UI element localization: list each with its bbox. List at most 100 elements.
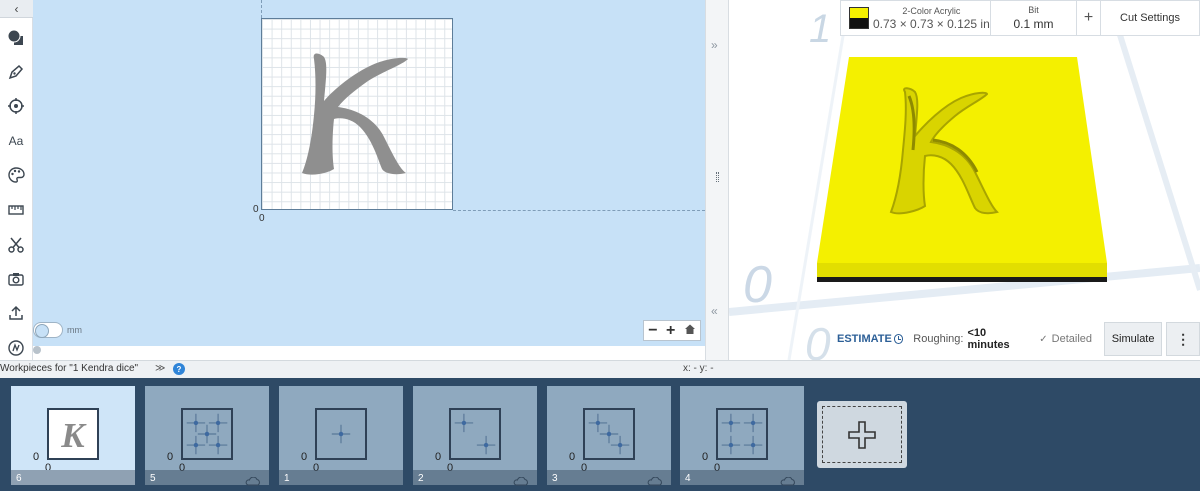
material-selector[interactable]: 2-Color Acrylic 0.73 × 0.73 × 0.125 in xyxy=(841,1,991,35)
block-side-face xyxy=(817,263,1107,277)
workpiece-card[interactable]: 005 xyxy=(145,386,269,486)
roughing-label: Roughing: xyxy=(913,333,964,345)
origin-y-label: 0 xyxy=(702,451,709,463)
workpiece-thumbnail xyxy=(315,408,367,460)
zoom-out-button[interactable]: − xyxy=(648,322,657,339)
workpiece-card[interactable]: 004 xyxy=(680,386,804,486)
text-tool[interactable]: Aa xyxy=(4,129,28,153)
axis-left-label: 0 xyxy=(743,256,772,314)
origin-y-label: 0 xyxy=(301,451,308,463)
origin-y-label: 0 xyxy=(435,451,442,463)
workpiece-thumbnail: K xyxy=(47,408,99,460)
apps-icon[interactable] xyxy=(4,336,28,360)
3d-preview[interactable]: 1 0 0 2-Color Acrylic 0.73 × 0.73 × 0.12… xyxy=(729,0,1200,360)
origin-x-label: 0 xyxy=(259,213,265,224)
axis-top-label: 1 xyxy=(809,7,831,51)
letter-k-shape[interactable] xyxy=(262,19,452,209)
thumbnail-drawing: K xyxy=(60,416,87,455)
cloud-icon xyxy=(245,473,261,486)
zoom-controls: − + xyxy=(643,320,701,341)
origin-y-label: 0 xyxy=(253,204,259,215)
material-name: 2-Color Acrylic xyxy=(902,5,961,16)
workpiece-card[interactable]: K006 xyxy=(11,386,135,485)
workpiece-footer: 5 xyxy=(145,470,269,486)
guide-line-vertical xyxy=(261,0,262,18)
thumbnail-drawing xyxy=(454,413,496,455)
estimate-row: ESTIMATE Roughing: <10 minutes ✓ Detaile… xyxy=(837,322,1200,356)
workpiece-thumbnail xyxy=(449,408,501,460)
block-bottom-layer xyxy=(817,277,1107,282)
target-icon[interactable] xyxy=(4,94,28,118)
drag-handle-icon[interactable] xyxy=(716,172,719,182)
more-options-button[interactable]: ⋮ xyxy=(1166,322,1200,356)
ruler-icon[interactable] xyxy=(4,198,28,222)
bit-label: Bit xyxy=(1028,5,1039,15)
workpiece-number: 1 xyxy=(284,473,290,484)
expand-left-icon[interactable]: « xyxy=(711,304,718,318)
shapes-icon[interactable] xyxy=(4,26,28,50)
workpiece-card[interactable]: 003 xyxy=(547,386,671,486)
workpiece-card[interactable]: 001 xyxy=(279,386,403,485)
cut-settings-button[interactable]: Cut Settings xyxy=(1101,1,1199,35)
preview-scene: 1 0 0 xyxy=(729,0,1200,360)
add-workpiece-button[interactable] xyxy=(817,401,907,468)
clock-icon xyxy=(893,334,904,344)
bit-selector[interactable]: Bit 0.1 mm xyxy=(991,1,1077,35)
workpiece-thumbnail xyxy=(583,408,635,460)
estimate-label[interactable]: ESTIMATE xyxy=(837,333,892,345)
workpiece-number: 5 xyxy=(150,473,156,484)
bit-value: 0.1 mm xyxy=(1013,17,1054,31)
horizontal-scrollbar[interactable] xyxy=(33,346,41,354)
zoom-in-button[interactable]: + xyxy=(666,322,675,339)
add-bit-button[interactable]: + xyxy=(1077,1,1101,35)
workpiece-footer: 3 xyxy=(547,470,671,486)
axis-bottom-label: 0 xyxy=(805,318,831,360)
thumbnail-drawing xyxy=(186,413,228,455)
app-window: ‹ Aa 0 0 mm − + » « 1 0 0 2-Color Acryli… xyxy=(0,0,1200,491)
cloud-icon xyxy=(780,473,796,486)
check-icon: ✓ xyxy=(1039,333,1048,345)
cloud-icon xyxy=(513,473,529,486)
design-canvas[interactable]: 0 0 mm − + xyxy=(33,0,705,346)
workpiece-thumbnail xyxy=(716,408,768,460)
workpiece-number: 4 xyxy=(685,473,691,484)
workpiece-number: 2 xyxy=(418,473,424,484)
collapse-toolbar-icon[interactable]: ‹ xyxy=(0,0,33,18)
simulate-button[interactable]: Simulate xyxy=(1104,322,1163,356)
plus-icon xyxy=(848,420,876,449)
cut-header-bar: 2-Color Acrylic 0.73 × 0.73 × 0.125 in B… xyxy=(840,0,1200,36)
thumbnail-drawing xyxy=(588,413,630,455)
home-icon[interactable] xyxy=(684,323,696,339)
workpiece-number: 3 xyxy=(552,473,558,484)
workpiece-footer: 2 xyxy=(413,470,537,486)
cloud-icon xyxy=(647,473,663,486)
origin-y-label: 0 xyxy=(167,451,174,463)
workpiece-footer: 4 xyxy=(680,470,804,486)
workpiece-card[interactable]: 002 xyxy=(413,386,537,486)
pen-icon[interactable] xyxy=(4,60,28,84)
material-dims: 0.73 × 0.73 × 0.125 in xyxy=(873,16,990,31)
expand-right-icon[interactable]: » xyxy=(711,38,718,52)
unit-label: mm xyxy=(67,325,82,335)
origin-y-label: 0 xyxy=(33,451,40,463)
roughing-value: <10 minutes xyxy=(967,327,1010,351)
left-toolbar: ‹ Aa xyxy=(0,0,33,360)
thumbnail-drawing xyxy=(721,413,763,455)
origin-y-label: 0 xyxy=(569,451,576,463)
palette-icon[interactable] xyxy=(4,163,28,187)
xy-readout: x: - y: - xyxy=(683,363,714,374)
help-icon[interactable]: ? xyxy=(173,363,185,375)
unit-toggle[interactable] xyxy=(33,322,63,338)
panel-splitter[interactable]: » « xyxy=(705,0,729,360)
workpiece-footer: 1 xyxy=(279,470,403,485)
upload-icon[interactable] xyxy=(4,301,28,325)
guide-line-horizontal xyxy=(453,210,705,211)
material-swatch xyxy=(849,7,869,29)
chevron-down-icon[interactable]: ≫ xyxy=(155,363,165,374)
scissors-icon[interactable] xyxy=(4,233,28,257)
svg-text:K: K xyxy=(60,416,87,455)
workpieces-title: Workpieces for "1 Kendra dice" xyxy=(0,363,139,374)
material-board[interactable] xyxy=(261,18,453,210)
camera-icon[interactable] xyxy=(4,267,28,291)
workpiece-number: 6 xyxy=(16,473,22,484)
